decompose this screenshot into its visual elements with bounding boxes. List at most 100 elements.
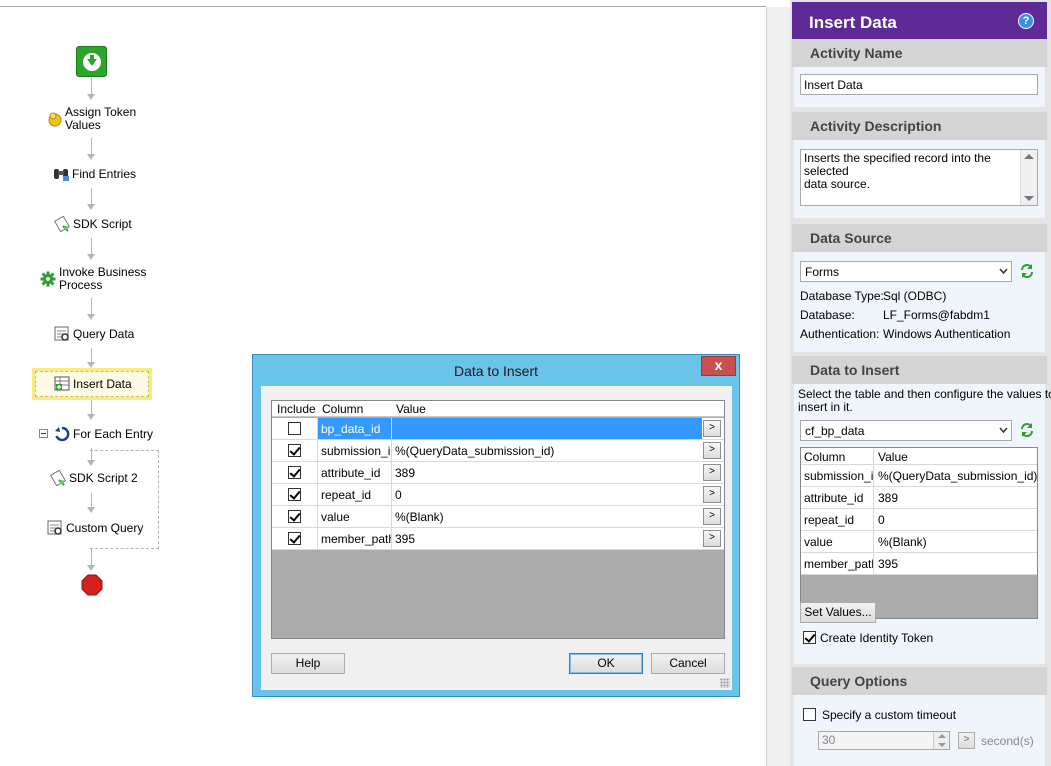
- token-picker-button[interactable]: >: [703, 486, 721, 503]
- cancel-button[interactable]: Cancel: [651, 653, 725, 674]
- section-heading: Data Source: [810, 230, 892, 246]
- node-assign-token-values[interactable]: Assign Token Values: [47, 106, 136, 132]
- table-row[interactable]: attribute_id 389 >: [272, 462, 724, 484]
- close-icon[interactable]: x: [701, 356, 736, 376]
- include-checkbox[interactable]: [288, 532, 301, 545]
- timeout-token-button[interactable]: >: [958, 732, 975, 749]
- canvas-scrollbar[interactable]: [767, 7, 790, 766]
- table-row[interactable]: bp_data_id >: [272, 418, 724, 440]
- panel-header: Insert Data ?: [792, 2, 1047, 39]
- spin-down-icon[interactable]: [938, 743, 946, 747]
- chevron-down-icon: [999, 268, 1008, 275]
- table-row[interactable]: submission_id %(QueryData_submission_id): [801, 465, 1037, 487]
- auth-label: Authentication:: [800, 327, 880, 341]
- activity-name-input[interactable]: Insert Data: [800, 74, 1038, 95]
- scroll-down-icon[interactable]: [1024, 196, 1034, 201]
- node-label: Process: [59, 278, 103, 292]
- hint-text: insert in it.: [798, 400, 853, 414]
- node-sdk-script-2[interactable]: SDK Script 2: [49, 469, 138, 487]
- flow-arrow: [87, 448, 96, 466]
- column-cell: attribute_id: [801, 487, 874, 508]
- node-insert-data[interactable]: Insert Data: [54, 376, 132, 392]
- data-source-select[interactable]: Forms: [800, 261, 1012, 282]
- canvas-top-border: [0, 6, 766, 7]
- description-text: Inserts the specified record into the se…: [804, 151, 991, 178]
- script-icon: [49, 469, 67, 487]
- token-picker-button[interactable]: >: [703, 530, 721, 547]
- script-icon: [53, 215, 71, 233]
- flow-arrow: [87, 348, 96, 368]
- value-cell[interactable]: 389: [392, 462, 702, 483]
- table-row[interactable]: value %(Blank): [801, 531, 1037, 553]
- table-select[interactable]: cf_bp_data: [800, 420, 1012, 441]
- table-row[interactable]: repeat_id 0: [801, 509, 1037, 531]
- token-picker-button[interactable]: >: [703, 508, 721, 525]
- table-row[interactable]: value %(Blank) >: [272, 506, 724, 528]
- resize-grip-icon[interactable]: [720, 678, 730, 688]
- table-row[interactable]: submission_id %(QueryData_submission_id)…: [272, 440, 724, 462]
- include-checkbox[interactable]: [288, 444, 301, 457]
- table-row[interactable]: member_path 395: [801, 553, 1037, 575]
- create-identity-token-checkbox[interactable]: [803, 631, 816, 644]
- set-values-button[interactable]: Set Values...: [800, 602, 876, 623]
- node-query-data[interactable]: Query Data: [54, 326, 134, 342]
- ok-button[interactable]: OK: [569, 653, 643, 674]
- table-row[interactable]: member_path 395 >: [272, 528, 724, 550]
- refresh-icon[interactable]: [1019, 263, 1035, 279]
- include-checkbox[interactable]: [288, 488, 301, 501]
- node-find-entries[interactable]: Find Entries: [53, 166, 136, 182]
- column-cell: submission_id: [801, 465, 874, 486]
- db-value: LF_Forms@fabdm1: [883, 308, 990, 322]
- token-picker-button[interactable]: >: [703, 420, 721, 437]
- table-row[interactable]: repeat_id 0 >: [272, 484, 724, 506]
- token-picker-button[interactable]: >: [703, 464, 721, 481]
- query-icon: [47, 520, 63, 536]
- node-sdk-script[interactable]: SDK Script: [53, 215, 132, 233]
- spin-up-icon[interactable]: [938, 734, 946, 738]
- refresh-icon[interactable]: [1019, 422, 1035, 438]
- value-cell: 389: [878, 491, 899, 505]
- custom-timeout-label: Specify a custom timeout: [822, 708, 957, 722]
- section-query-options[interactable]: Query Options: [792, 667, 1047, 695]
- scroll-up-icon[interactable]: [1024, 154, 1034, 159]
- end-node-icon[interactable]: [81, 574, 103, 596]
- node-for-each-entry[interactable]: For Each Entry: [54, 426, 153, 442]
- node-invoke-business-process[interactable]: Invoke Business Process: [40, 266, 146, 292]
- include-checkbox[interactable]: [288, 466, 301, 479]
- section-activity-name[interactable]: Activity Name: [792, 39, 1047, 67]
- value-cell[interactable]: 395: [392, 528, 702, 549]
- timeout-spinner[interactable]: [933, 732, 949, 749]
- node-label: Custom Query: [66, 520, 144, 535]
- db-type-label: Database Type:: [800, 289, 884, 303]
- column-cell: bp_data_id: [318, 418, 392, 439]
- value-cell[interactable]: %(QueryData_submission_id): [392, 440, 702, 461]
- collapse-toggle-icon[interactable]: [39, 429, 48, 438]
- description-text: data source.: [804, 177, 871, 191]
- timeout-input[interactable]: 30: [818, 731, 950, 750]
- table-row[interactable]: attribute_id 389: [801, 487, 1037, 509]
- node-custom-query[interactable]: Custom Query: [47, 520, 143, 536]
- section-data-to-insert[interactable]: Data to Insert: [792, 356, 1047, 384]
- flow-arrow: [87, 400, 96, 420]
- section-activity-description[interactable]: Activity Description: [792, 112, 1047, 140]
- dialog-titlebar[interactable]: Data to Insert x: [253, 355, 739, 386]
- token-picker-button[interactable]: >: [703, 442, 721, 459]
- flow-arrow: [87, 493, 96, 513]
- include-checkbox[interactable]: [288, 422, 301, 435]
- help-button[interactable]: Help: [271, 653, 345, 674]
- help-icon[interactable]: ?: [1018, 13, 1034, 29]
- include-checkbox[interactable]: [288, 510, 301, 523]
- panel-title: Insert Data: [809, 13, 897, 32]
- insert-values-grid: Include Column Value bp_data_id > submis…: [271, 400, 725, 639]
- node-label: Find Entries: [72, 166, 137, 181]
- value-cell[interactable]: %(Blank): [392, 506, 702, 527]
- flow-arrow: [87, 78, 96, 100]
- custom-timeout-checkbox[interactable]: [803, 708, 816, 721]
- value-cell[interactable]: 0: [392, 484, 702, 505]
- section-data-source[interactable]: Data Source: [792, 224, 1047, 252]
- activity-description-textarea[interactable]: Inserts the specified record into the se…: [800, 149, 1038, 206]
- section-heading: Query Options: [810, 673, 908, 689]
- textarea-scrollbar[interactable]: [1020, 150, 1037, 205]
- start-node-icon[interactable]: [76, 46, 107, 77]
- value-cell[interactable]: [392, 418, 702, 439]
